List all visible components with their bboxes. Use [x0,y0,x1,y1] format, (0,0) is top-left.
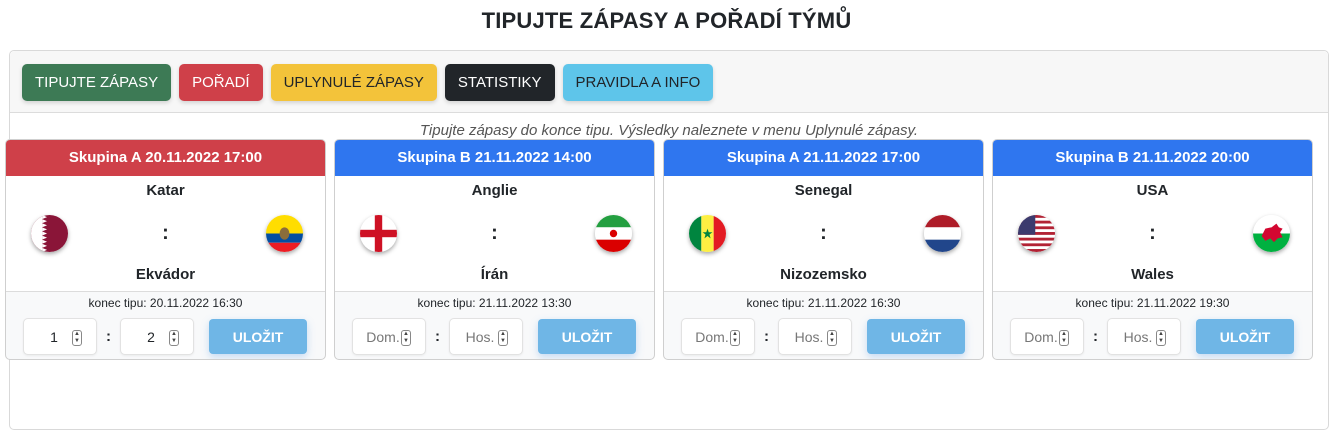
away-score-input[interactable]: Hos. ▲ ▼ [778,318,852,355]
home-team-name: USA [1136,182,1169,199]
spinner-icon[interactable]: ▲ ▼ [401,330,411,346]
ecuador-flag-icon [266,215,303,252]
input-separator: : [435,328,440,345]
input-separator: : [764,328,769,345]
match-header: Skupina A 21.11.2022 17:00 [664,140,983,176]
spinner-icon[interactable]: ▲ ▼ [1156,330,1166,346]
spinner-icon[interactable]: ▲ ▼ [72,330,82,346]
tab-uplynule-zapasy[interactable]: UPLYNULÉ ZÁPASY [270,64,437,101]
spinner-icon[interactable]: ▲ ▼ [169,330,179,346]
match-header: Skupina A 20.11.2022 17:00 [6,140,325,176]
tip-deadline: konec tipu: 20.11.2022 16:30 [88,296,243,310]
match-header: Skupina B 21.11.2022 20:00 [993,140,1312,176]
match-body: Katar : Ekvádor [6,176,325,292]
tab-statistiky[interactable]: STATISTIKY [444,64,555,101]
tip-form: 1 ▲ ▼ : 2 ▲ ▼ ULOŽIT [23,318,307,355]
tab-poradi[interactable]: POŘADÍ [179,64,263,101]
tip-deadline: konec tipu: 21.11.2022 13:30 [417,296,572,310]
home-score-value: 1 [50,328,58,345]
away-team-name: Ekvádor [135,266,196,283]
away-team-name: Írán [480,266,509,283]
input-separator: : [106,328,111,345]
save-button[interactable]: ULOŽIT [538,319,636,354]
tip-form: Dom. ▲ ▼ : Hos. ▲ ▼ ULOŽIT [681,318,965,355]
away-score-value: 2 [147,328,155,345]
tab-pravidla-a-info[interactable]: PRAVIDLA A INFO [562,64,714,101]
home-team-name: Anglie [471,182,518,199]
match-body: USA : Wales [993,176,1312,292]
away-team-name: Nizozemsko [780,266,867,283]
match-body: Anglie : Írán [335,176,654,292]
spinner-icon[interactable]: ▲ ▼ [827,330,837,346]
match-card: Skupina B 21.11.2022 20:00 USA : Wales k… [992,139,1313,360]
home-team-name: Katar [146,182,185,199]
save-button[interactable]: ULOŽIT [209,319,307,354]
nav-bar: TIPUJTE ZÁPASY POŘADÍ UPLYNULÉ ZÁPASY ST… [10,51,1328,113]
home-score-input[interactable]: 1 ▲ ▼ [23,318,97,355]
save-button[interactable]: ULOŽIT [1196,319,1294,354]
tip-form: Dom. ▲ ▼ : Hos. ▲ ▼ ULOŽIT [352,318,636,355]
away-team-name: Wales [1131,266,1174,283]
match-card: Skupina A 20.11.2022 17:00 Katar : Ekvád… [5,139,326,360]
save-button[interactable]: ULOŽIT [867,319,965,354]
iran-flag-icon [595,215,632,252]
match-card: Skupina B 21.11.2022 14:00 Anglie : Írán… [334,139,655,360]
spinner-icon[interactable]: ▲ ▼ [730,330,740,346]
netherlands-flag-icon [924,215,961,252]
home-score-input[interactable]: Dom. ▲ ▼ [681,318,755,355]
tip-form: Dom. ▲ ▼ : Hos. ▲ ▼ ULOŽIT [1010,318,1294,355]
wales-flag-icon [1253,215,1290,252]
match-header: Skupina B 21.11.2022 14:00 [335,140,654,176]
home-team-name: Senegal [794,182,853,199]
match-card: Skupina A 21.11.2022 17:00 Senegal : Niz… [663,139,984,360]
away-score-input[interactable]: Hos. ▲ ▼ [1107,318,1181,355]
match-cards: Skupina A 20.11.2022 17:00 Katar : Ekvád… [5,139,1313,360]
info-text: Tipujte zápasy do konce tipu. Výsledky n… [419,122,919,139]
home-score-input[interactable]: Dom. ▲ ▼ [1010,318,1084,355]
spinner-icon[interactable]: ▲ ▼ [498,330,508,346]
away-score-input[interactable]: 2 ▲ ▼ [120,318,194,355]
match-body: Senegal : Nizozemsko [664,176,983,292]
spinner-icon[interactable]: ▲ ▼ [1059,330,1069,346]
page-title: TIPUJTE ZÁPASY A POŘADÍ TÝMŮ [481,8,852,33]
tab-tipujte-zapasy[interactable]: TIPUJTE ZÁPASY [22,64,172,101]
tip-deadline: konec tipu: 21.11.2022 19:30 [1075,296,1230,310]
input-separator: : [1093,328,1098,345]
home-score-input[interactable]: Dom. ▲ ▼ [352,318,426,355]
tip-deadline: konec tipu: 21.11.2022 16:30 [746,296,901,310]
away-score-input[interactable]: Hos. ▲ ▼ [449,318,523,355]
